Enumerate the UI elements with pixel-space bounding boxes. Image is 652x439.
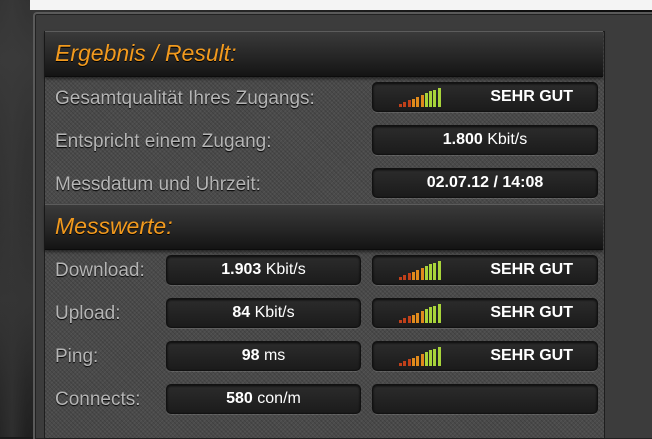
equivalent-connection-value: 1.800 [442,131,483,148]
signal-bar [437,87,441,107]
download-rating: SEHR GUT [490,261,573,278]
upload-rating: SEHR GUT [490,304,573,321]
signal-bar [424,266,428,280]
upload-value: 84 [232,304,251,321]
measurements-section-header: Messwerte: [45,204,603,250]
upload-label: Upload: [55,303,121,324]
signal-bar [411,314,415,323]
equivalent-connection-unit: Kbit/s [487,131,528,148]
download-label: Download: [55,260,145,281]
signal-bar [420,354,424,366]
signal-bar [420,268,424,280]
signal-bar [416,355,420,366]
signal-bar [433,262,437,280]
signal-bar [403,318,407,323]
signal-bar [407,359,411,366]
download-rating-box: SEHR GUT [372,255,598,285]
signal-bar [407,316,411,323]
signal-bar [429,91,433,107]
signal-bar [420,95,424,107]
connects-value: 580 [226,390,253,407]
signal-bar [411,357,415,366]
signal-bar [433,305,437,323]
ping-label: Ping: [55,346,99,367]
signal-bar [424,309,428,323]
signal-bar [407,100,411,107]
signal-bars-icon [399,303,443,323]
connects-rating-box [372,384,598,414]
measurements-section-title: Messwerte: [55,213,173,239]
connects-unit: con/m [257,390,301,407]
signal-bar [399,320,402,323]
equivalent-connection-box: 1.800 Kbit/s [372,125,598,155]
signal-bar [424,93,428,107]
signal-bar [429,350,433,366]
download-value: 1.903 [221,261,262,278]
signal-bar [437,303,441,323]
ping-value: 98 [241,347,260,364]
signal-bar [416,269,420,280]
signal-bar [403,275,407,280]
measurement-date-value: 02.07.12 / 14:08 [426,174,544,191]
upload-rating-box: SEHR GUT [372,298,598,328]
overall-quality-value: SEHR GUT [490,88,573,105]
signal-bar [437,346,441,366]
download-value-box: 1.903 Kbit/s [166,255,361,285]
result-section-header: Ergebnis / Result: [45,31,603,77]
ping-rating: SEHR GUT [490,347,573,364]
signal-bar [411,271,415,280]
signal-bars-icon [399,87,443,107]
equivalent-connection-label: Entspricht einem Zugang: [55,131,272,152]
upload-value-box: 84 Kbit/s [166,298,361,328]
signal-bar [429,264,433,280]
download-unit: Kbit/s [265,261,306,278]
signal-bar [407,273,411,280]
ping-value-box: 98 ms [166,341,361,371]
signal-bar [411,98,415,107]
signal-bar [416,96,420,107]
signal-bar [437,260,441,280]
signal-bar [403,102,407,107]
overall-quality-label: Gesamtqualität Ihres Zugangs: [55,88,315,109]
connects-value-box: 580 con/m [166,384,361,414]
signal-bar [420,311,424,323]
signal-bar [433,348,437,366]
signal-bar [429,307,433,323]
signal-bar [416,312,420,323]
ping-rating-box: SEHR GUT [372,341,598,371]
top-strip [30,0,652,10]
signal-bar [399,104,402,107]
upload-unit: Kbit/s [254,304,295,321]
signal-bar [424,352,428,366]
result-section-title: Ergebnis / Result: [55,40,237,66]
connects-label: Connects: [55,389,141,410]
measurement-date-label: Messdatum und Uhrzeit: [55,174,261,195]
signal-bars-icon [399,260,443,280]
signal-bar [403,361,407,366]
ping-unit: ms [263,347,286,364]
measurement-date-box: 02.07.12 / 14:08 [372,168,598,198]
signal-bar [399,363,402,366]
signal-bar [433,89,437,107]
signal-bars-icon [399,346,443,366]
signal-bar [399,277,402,280]
overall-quality-box: SEHR GUT [372,82,598,112]
